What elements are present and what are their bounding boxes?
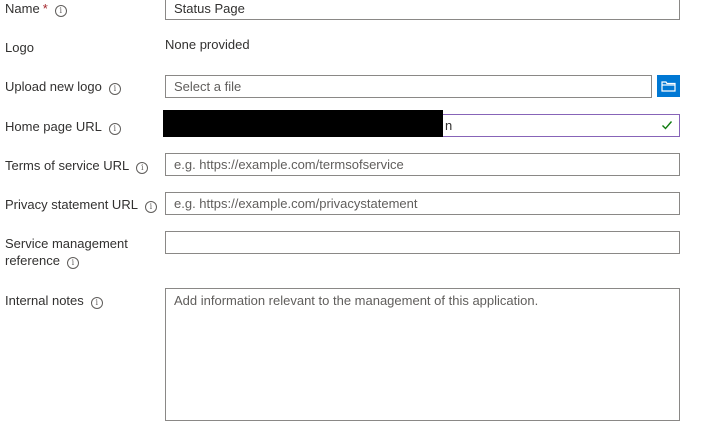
home-page-url-value: n	[445, 118, 453, 133]
browse-file-button[interactable]	[657, 75, 680, 97]
upload-logo-label-row: Upload new logo i	[5, 78, 121, 95]
privacy-url-label: Privacy statement URL	[5, 197, 138, 212]
service-mgmt-label-row2: reference i	[5, 252, 79, 269]
upload-logo-placeholder: Select a file	[174, 79, 242, 94]
terms-url-label-row: Terms of service URL i	[5, 157, 149, 174]
home-page-url-label: Home page URL	[5, 119, 102, 134]
service-mgmt-label-line2: reference	[5, 253, 60, 268]
upload-logo-label: Upload new logo	[5, 79, 102, 94]
privacy-url-input[interactable]: e.g. https://example.com/privacystatemen…	[165, 192, 680, 215]
terms-url-placeholder: e.g. https://example.com/termsofservice	[174, 157, 404, 172]
terms-url-label: Terms of service URL	[5, 158, 130, 173]
name-label-row: Name * i	[5, 0, 67, 17]
folder-icon	[661, 81, 676, 92]
checkmark-icon	[662, 121, 673, 130]
privacy-url-placeholder: e.g. https://example.com/privacystatemen…	[174, 196, 418, 211]
service-mgmt-label-line1: Service management	[5, 236, 128, 251]
name-input[interactable]: Status Page	[165, 0, 680, 20]
info-icon[interactable]: i	[108, 123, 121, 135]
internal-notes-label-row: Internal notes i	[5, 292, 103, 309]
info-icon[interactable]: i	[66, 257, 79, 269]
privacy-url-label-row: Privacy statement URL i	[5, 196, 157, 213]
service-mgmt-input[interactable]	[165, 231, 680, 254]
redaction-box	[163, 110, 443, 137]
info-icon[interactable]: i	[144, 201, 157, 213]
upload-logo-input[interactable]: Select a file	[165, 75, 652, 98]
info-icon[interactable]: i	[136, 162, 149, 174]
internal-notes-label: Internal notes	[5, 293, 84, 308]
terms-url-input[interactable]: e.g. https://example.com/termsofservice	[165, 153, 680, 176]
logo-value: None provided	[165, 37, 250, 52]
info-icon[interactable]: i	[108, 83, 121, 95]
logo-label: Logo	[5, 40, 34, 55]
home-page-url-label-row: Home page URL i	[5, 118, 121, 135]
internal-notes-placeholder: Add information relevant to the manageme…	[174, 293, 539, 308]
name-input-value: Status Page	[174, 1, 245, 16]
info-icon[interactable]: i	[54, 5, 67, 17]
name-label: Name	[5, 1, 40, 16]
required-marker: *	[42, 1, 48, 16]
app-properties-form: Name * i Status Page Logo None provided Up…	[0, 0, 717, 430]
info-icon[interactable]: i	[90, 297, 103, 309]
internal-notes-textarea[interactable]: Add information relevant to the manageme…	[165, 288, 680, 421]
